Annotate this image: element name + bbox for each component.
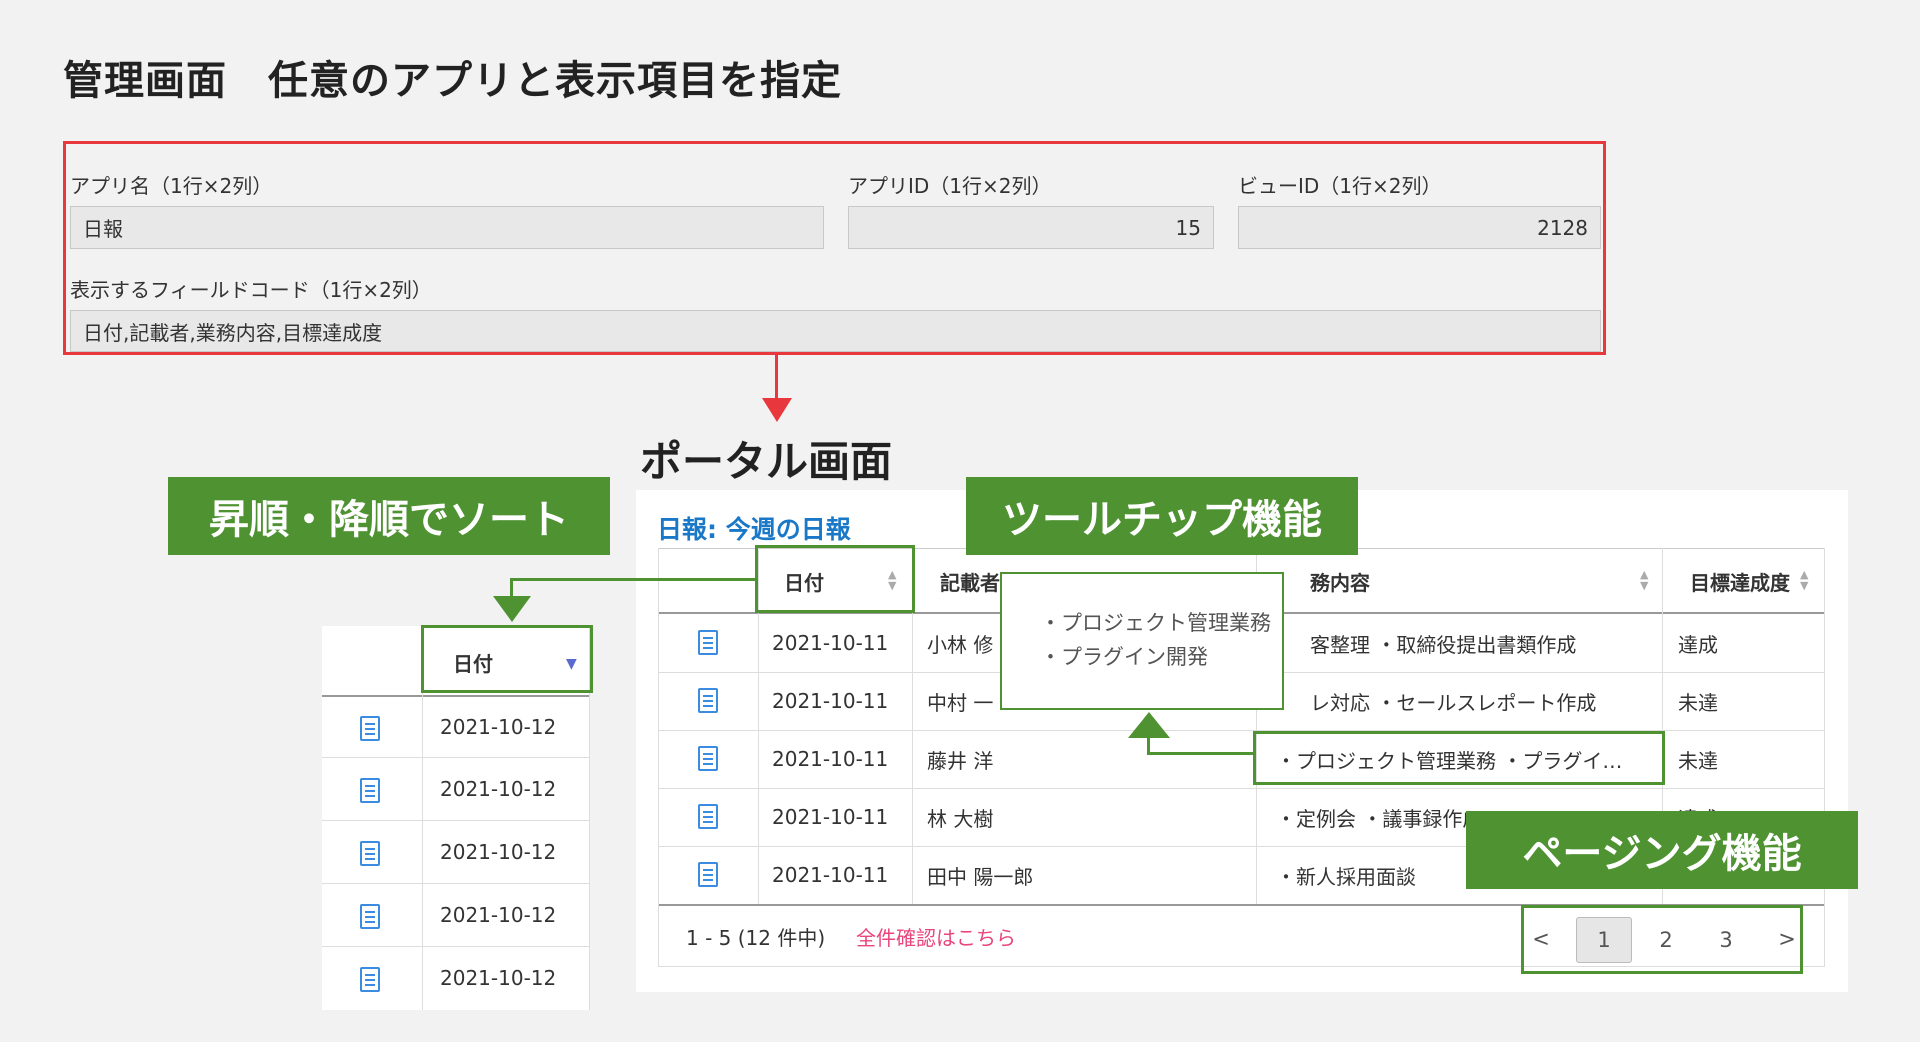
- sort-feature-label: 昇順・降順でソート: [168, 477, 610, 555]
- cell-achievement: 未達: [1678, 748, 1718, 773]
- cell-task: ・新人採用面談: [1276, 864, 1416, 889]
- col-divider: [658, 548, 659, 966]
- record-detail-icon[interactable]: [360, 841, 380, 866]
- sort-connector-line: [510, 578, 513, 598]
- cell-date: 2021-10-11: [772, 689, 889, 713]
- record-detail-icon[interactable]: [698, 746, 718, 771]
- column-header-achievement[interactable]: 目標達成度: [1690, 556, 1790, 606]
- pager-highlight: [1521, 905, 1803, 974]
- portal-subtitle[interactable]: 日報: 今週の日報: [657, 510, 851, 546]
- fields-label: 表示するフィールドコード（1行×2列）: [70, 278, 432, 302]
- down-arrow-icon: [762, 398, 792, 422]
- view-id-field[interactable]: 2128: [1238, 206, 1601, 249]
- view-id-label: ビューID（1行×2列）: [1238, 174, 1442, 198]
- date-header-highlight: [755, 545, 915, 613]
- mini-cell-date: 2021-10-12: [440, 903, 557, 927]
- cell-date: 2021-10-11: [772, 747, 889, 771]
- record-detail-icon[interactable]: [360, 904, 380, 929]
- mini-cell-date: 2021-10-12: [440, 966, 557, 990]
- cell-writer: 藤井 洋: [927, 748, 994, 773]
- record-detail-icon[interactable]: [698, 862, 718, 887]
- cell-task: 客整理 ・取締役提出書類作成: [1310, 632, 1577, 657]
- cell-achievement: 未達: [1678, 690, 1718, 715]
- paging-feature-label: ページング機能: [1466, 811, 1858, 889]
- sort-icon[interactable]: ▲ ▼: [1640, 569, 1648, 591]
- record-detail-icon[interactable]: [360, 716, 380, 741]
- cell-date: 2021-10-11: [772, 863, 889, 887]
- cell-writer: 小林 修: [927, 632, 994, 657]
- admin-title: 管理画面 任意のアプリと表示項目を指定: [63, 58, 842, 104]
- sort-connector-line: [511, 578, 755, 581]
- record-detail-icon[interactable]: [698, 804, 718, 829]
- view-all-link[interactable]: 全件確認はこちら: [856, 916, 1016, 956]
- sort-icon[interactable]: ▲ ▼: [1800, 569, 1808, 591]
- cell-task: ・定例会 ・議事録作成: [1276, 806, 1466, 831]
- column-header-task[interactable]: 務内容: [1310, 556, 1370, 606]
- cell-writer: 田中 陽一郎: [927, 864, 1034, 889]
- app-id-field[interactable]: 15: [848, 206, 1214, 249]
- arrow-down-icon: [493, 596, 531, 622]
- app-name-field[interactable]: 日報: [70, 206, 824, 249]
- app-name-label: アプリ名（1行×2列）: [70, 174, 273, 198]
- cell-achievement: 達成: [1678, 632, 1718, 657]
- tooltip-line: ・プラグイン開発: [1040, 645, 1208, 669]
- mini-cell-date: 2021-10-12: [440, 777, 557, 801]
- column-header-writer[interactable]: 記載者: [940, 556, 1000, 606]
- record-detail-icon[interactable]: [698, 630, 718, 655]
- fields-field[interactable]: 日付,記載者,業務内容,目標達成度: [70, 310, 1601, 352]
- mini-cell-date: 2021-10-12: [440, 840, 557, 864]
- app-id-label: アプリID（1行×2列）: [848, 174, 1052, 198]
- record-detail-icon[interactable]: [360, 778, 380, 803]
- down-arrow-line: [775, 355, 778, 403]
- record-count: 1 - 5 (12 件中): [686, 925, 826, 950]
- task-cell-highlight: [1253, 731, 1665, 785]
- cell-writer: 林 大樹: [927, 806, 994, 831]
- cell-task: レ対応 ・セールスレポート作成: [1310, 690, 1597, 715]
- cell-writer: 中村 一: [927, 690, 994, 715]
- record-detail-icon[interactable]: [360, 967, 380, 992]
- mini-cell-date: 2021-10-12: [440, 715, 557, 739]
- record-detail-icon[interactable]: [698, 688, 718, 713]
- cell-date: 2021-10-11: [772, 631, 889, 655]
- cell-date: 2021-10-11: [772, 805, 889, 829]
- tooltip-line: ・プロジェクト管理業務: [1040, 611, 1271, 635]
- portal-title: ポータル画面: [640, 437, 893, 486]
- tooltip-connector-line: [1148, 752, 1253, 755]
- arrow-up-icon: [1128, 712, 1170, 738]
- mini-header-highlight: [421, 625, 593, 693]
- tooltip-feature-label: ツールチップ機能: [966, 477, 1358, 555]
- col-divider: [1824, 548, 1825, 966]
